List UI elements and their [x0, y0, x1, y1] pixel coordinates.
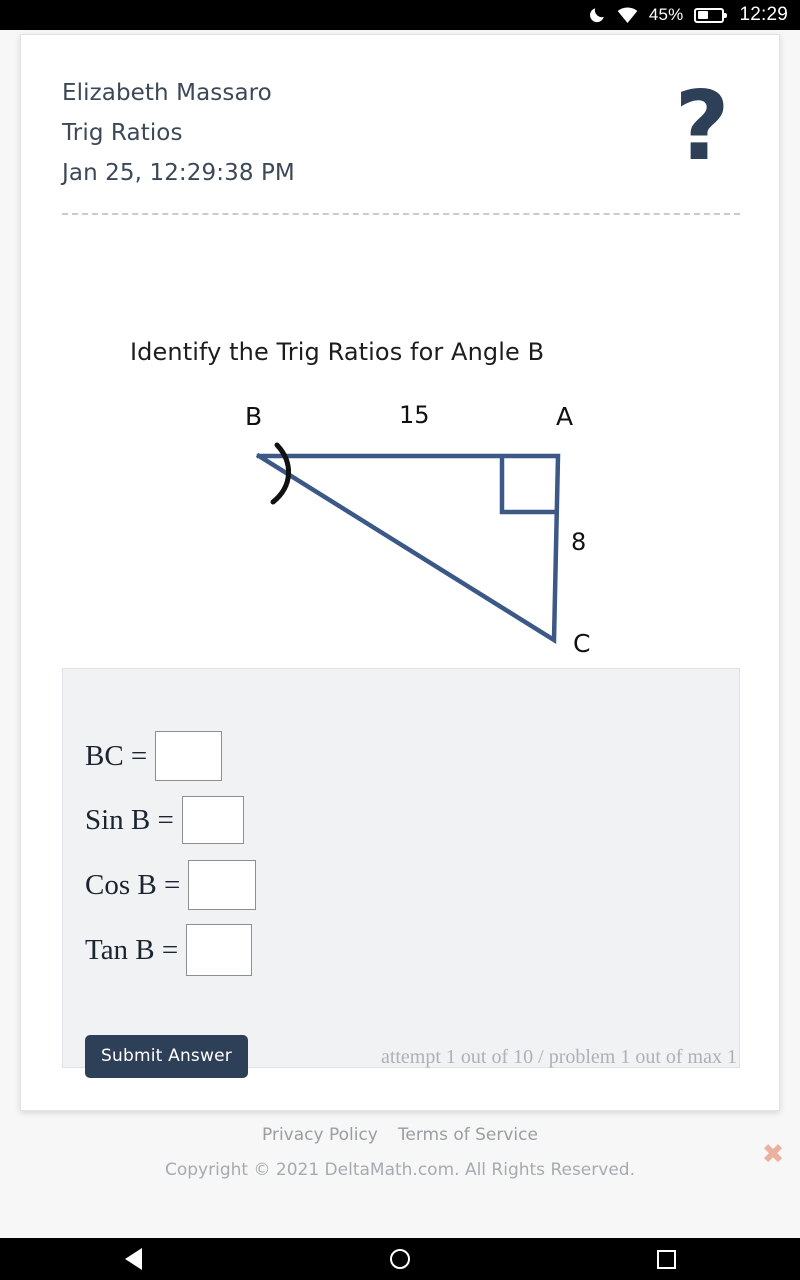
recents-button[interactable]: [637, 1238, 697, 1280]
answer-row-bc: BC =: [85, 731, 223, 781]
right-triangle-figure: B A C 15 8: [245, 401, 590, 658]
back-triangle-icon: [124, 1248, 142, 1270]
android-nav-bar: [0, 1238, 800, 1280]
vertex-label-c: C: [573, 629, 590, 658]
moon-icon: [588, 6, 606, 24]
triangle-outline: [255, 452, 561, 645]
battery-percent-label: 45%: [648, 5, 684, 24]
answer-panel: BC = Sin B = Cos B = Tan B = Submit Answ…: [62, 668, 740, 1078]
assignment-title: Trig Ratios: [62, 120, 183, 146]
submit-answer-button[interactable]: Submit Answer: [85, 1035, 248, 1078]
answer-input-bc[interactable]: [155, 731, 223, 781]
page-footer: Privacy Policy Terms of Service Copyrigh…: [0, 1125, 800, 1180]
vertex-label-a: A: [556, 402, 573, 431]
vertex-label-b: B: [245, 402, 262, 431]
side-label-ac: 8: [571, 528, 586, 556]
status-bar-clock: 12:29: [739, 4, 788, 25]
answer-input-cos-b[interactable]: [188, 860, 257, 910]
answer-row-sin-b: Sin B =: [85, 796, 244, 844]
browser-viewport: Elizabeth Massaro Trig Ratios Jan 25, 12…: [0, 30, 800, 1238]
privacy-policy-link[interactable]: Privacy Policy: [262, 1125, 378, 1145]
wifi-icon: [617, 6, 638, 24]
assignment-header: Elizabeth Massaro Trig Ratios Jan 25, 12…: [62, 73, 295, 193]
recents-square-icon: [657, 1249, 677, 1269]
terms-of-service-link[interactable]: Terms of Service: [398, 1125, 538, 1145]
footer-links: Privacy Policy Terms of Service: [0, 1125, 800, 1145]
right-angle-marker: [499, 458, 556, 515]
answer-row-cos-b: Cos B =: [85, 860, 257, 910]
battery-icon: [694, 7, 728, 23]
side-label-ba: 15: [399, 401, 430, 429]
assignment-timestamp: Jan 25, 12:29:38 PM: [62, 160, 295, 186]
angle-arc-marker: [270, 442, 291, 505]
close-icon[interactable]: ✖: [760, 1141, 786, 1168]
android-status-bar: 45% 12:29: [0, 0, 800, 30]
copyright-text: Copyright © 2021 DeltaMath.com. All Righ…: [165, 1160, 635, 1180]
answer-input-tan-b[interactable]: [186, 924, 253, 976]
help-question-mark-icon[interactable]: ?: [667, 80, 737, 175]
answer-label-sin-b: Sin B =: [85, 803, 174, 836]
student-name: Elizabeth Massaro: [62, 80, 272, 106]
answer-row-tan-b: Tan B =: [85, 924, 253, 976]
answer-label-tan-b: Tan B =: [85, 933, 179, 966]
home-circle-icon: [389, 1249, 410, 1269]
answer-label-cos-b: Cos B =: [85, 868, 181, 901]
problem-title: Identify the Trig Ratios for Angle B: [130, 338, 545, 366]
attempt-status-text: attempt 1 out of 10 / problem 1 out of m…: [380, 1046, 737, 1068]
answer-input-sin-b[interactable]: [181, 796, 244, 844]
problem-card: Elizabeth Massaro Trig Ratios Jan 25, 12…: [20, 34, 780, 1111]
header-divider: [62, 213, 740, 215]
back-button[interactable]: [103, 1238, 163, 1280]
home-button[interactable]: [370, 1238, 430, 1280]
answer-label-bc: BC =: [85, 739, 148, 772]
